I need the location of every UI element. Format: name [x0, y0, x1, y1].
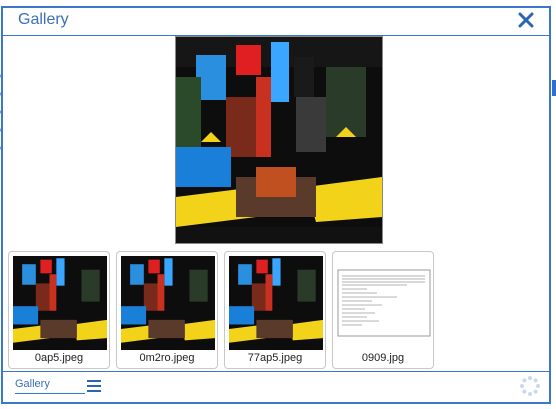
close-button[interactable] [515, 9, 537, 31]
close-icon [518, 12, 534, 28]
thumbnail-image [121, 256, 215, 350]
thumbnail-caption: 77ap5.jpeg [247, 352, 303, 364]
thumbnail-caption: 0ap5.jpeg [34, 352, 84, 364]
gallery-modal: Gallery 0ap5.jpeg 0m2ro.jpeg 77ap5.jpeg … [1, 6, 551, 404]
thumbnail-caption: 0909.jpg [361, 352, 405, 364]
thumbnail-image [229, 256, 323, 350]
preview-image [175, 36, 383, 244]
modal-title: Gallery [18, 11, 69, 28]
gallery-footer-link[interactable]: Gallery [15, 378, 85, 394]
thumbnail-item[interactable]: 77ap5.jpeg [224, 251, 326, 369]
thumbnail-item[interactable]: 0ap5.jpeg [8, 251, 110, 369]
background-right-tab [552, 80, 556, 96]
thumbnail-item[interactable]: 0m2ro.jpeg [116, 251, 218, 369]
modal-footer: Gallery [3, 371, 549, 402]
thumbnail-document-image [337, 256, 431, 350]
modal-header: Gallery [3, 8, 549, 36]
loading-spinner-icon [520, 376, 540, 396]
thumbnail-caption: 0m2ro.jpeg [139, 352, 195, 364]
hamburger-menu-icon[interactable] [87, 380, 101, 392]
thumbnail-image [13, 256, 107, 350]
thumbnail-item[interactable]: 0909.jpg [332, 251, 434, 369]
